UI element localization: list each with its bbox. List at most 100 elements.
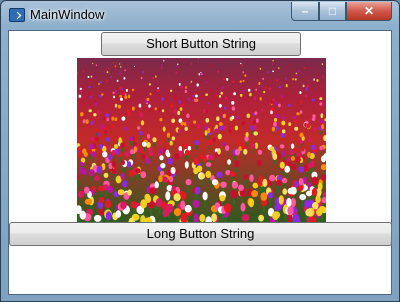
tulip-stem [308, 157, 310, 163]
tulip-blossom [111, 150, 117, 155]
tulip-blossom [238, 184, 244, 191]
tulip-blossom [140, 120, 145, 126]
tulip-blossom [178, 100, 181, 104]
tulip-blossom [281, 177, 288, 184]
tulip-blossom [320, 174, 326, 181]
app-icon[interactable] [9, 8, 25, 22]
tulip-blossom [98, 82, 100, 86]
tulip-blossom [127, 94, 131, 99]
tulip-blossom [94, 128, 99, 133]
tulip-blossom [257, 149, 263, 155]
tulip-blossom [241, 214, 250, 222]
tulip-blossom [111, 116, 114, 121]
tulip-blossom [312, 177, 319, 185]
tulip-stem [77, 213, 80, 221]
tulip-blossom [131, 106, 135, 111]
tulip-blossom [117, 104, 121, 109]
tulip-blossom [194, 139, 199, 145]
tulip-blossom [285, 77, 287, 80]
short-button[interactable]: Short Button String [101, 32, 301, 56]
tulip-stem [106, 162, 109, 169]
tulip-blossom [209, 64, 212, 67]
tulip-blossom [184, 126, 188, 131]
tulip-blossom [138, 103, 142, 108]
tulip-blossom [161, 64, 163, 66]
tulip-blossom [231, 106, 236, 111]
tulip-stem [264, 186, 266, 193]
tulip-blossom [121, 87, 124, 91]
tulip-stem [255, 135, 257, 141]
tulip-blossom [278, 86, 282, 89]
tulip-blossom [166, 132, 171, 138]
tulip-stem [95, 132, 97, 137]
close-button[interactable]: ✕ [346, 2, 392, 21]
tulip-blossom [83, 70, 85, 73]
tulip-blossom [80, 89, 83, 93]
tulip-blossom [173, 208, 182, 217]
title-bar[interactable]: MainWindow – □ ✕ [1, 1, 399, 29]
tulip-blossom [312, 202, 319, 210]
tulip-blossom [280, 132, 285, 138]
tulip-blossom [180, 60, 182, 63]
tulip-stem [195, 173, 197, 180]
tulip-blossom [309, 67, 311, 69]
tulip-stem [319, 130, 321, 135]
minimize-button[interactable]: – [291, 2, 319, 21]
tulip-blossom [118, 137, 122, 144]
tulip-blossom [199, 173, 205, 180]
tulip-blossom [274, 117, 277, 122]
tulip-blossom [239, 93, 243, 97]
tulip-blossom [290, 164, 297, 171]
tulip-blossom [110, 75, 112, 79]
tulip-blossom [87, 75, 90, 79]
tulip-blossom [141, 154, 146, 160]
tulip-blossom [77, 133, 81, 137]
tulip-blossom [271, 126, 275, 132]
tulip-blossom [84, 198, 93, 205]
tulip-blossom [306, 84, 309, 88]
tulip-blossom [232, 80, 235, 84]
long-button[interactable]: Long Button String [9, 222, 392, 246]
tulip-blossom [148, 83, 151, 86]
tulip-blossom [228, 128, 232, 134]
tulip-stem [252, 148, 254, 154]
tulip-blossom [295, 118, 299, 124]
tulip-stem [187, 185, 190, 192]
tulip-blossom [170, 89, 173, 93]
tulip-blossom [311, 188, 318, 197]
tulip-blossom [149, 92, 152, 96]
tulip-blossom [82, 119, 86, 124]
tulip-blossom [262, 178, 268, 187]
tulip-stem [196, 194, 199, 201]
tulip-blossom [115, 148, 120, 155]
tulip-blossom [240, 62, 242, 65]
tulip-blossom [111, 124, 115, 129]
tulip-blossom [287, 156, 291, 162]
tulip-blossom [299, 132, 304, 138]
tulip-blossom [177, 63, 179, 66]
tulip-blossom [99, 81, 102, 84]
tulip-blossom [97, 110, 100, 115]
tulip-blossom [97, 132, 101, 137]
tulip-blossom [133, 65, 136, 68]
tulip-blossom [205, 162, 212, 167]
tulip-blossom [207, 127, 211, 134]
tulip-blossom [281, 129, 286, 134]
tulip-blossom [304, 199, 310, 208]
tulip-blossom [298, 177, 304, 186]
tulip-blossom [249, 92, 252, 97]
tulip-blossom [288, 150, 295, 156]
tulip-blossom [102, 151, 108, 158]
tulip-stem [322, 149, 325, 155]
tulip-blossom [182, 142, 187, 148]
tulip-stem [130, 176, 133, 183]
tulip-blossom [316, 79, 319, 82]
tulip-blossom [208, 154, 214, 161]
tulip-blossom [148, 104, 151, 108]
tulip-blossom [120, 142, 125, 149]
tulip-blossom [211, 179, 219, 186]
tulip-blossom [294, 126, 299, 131]
maximize-button[interactable]: □ [319, 2, 346, 21]
tulip-blossom [311, 117, 316, 121]
tulip-blossom [137, 126, 141, 130]
